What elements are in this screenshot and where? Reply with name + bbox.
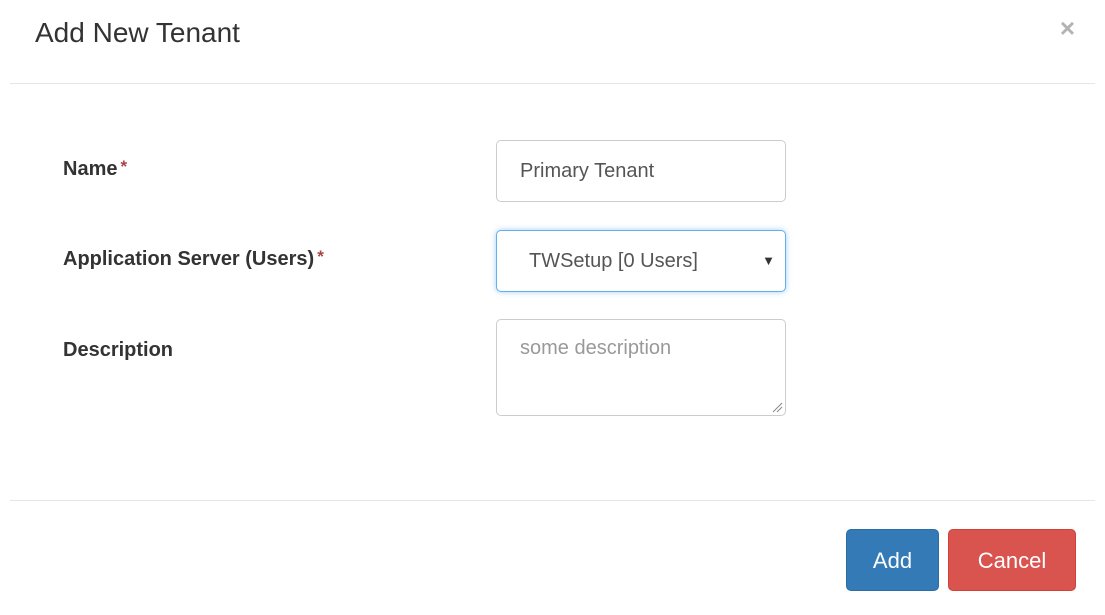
description-label: Description bbox=[63, 339, 173, 362]
name-label: Name * bbox=[63, 157, 128, 181]
description-placeholder: some description bbox=[520, 337, 672, 359]
description-row: Description some description bbox=[0, 319, 1105, 416]
description-label-text: Description bbox=[63, 339, 174, 361]
app-server-label: Application Server (Users) * bbox=[63, 247, 324, 271]
cancel-button[interactable]: Cancel bbox=[948, 529, 1076, 591]
dialog-title: Add New Tenant bbox=[35, 17, 240, 48]
description-textarea[interactable]: some description bbox=[496, 319, 786, 416]
close-icon[interactable]: × bbox=[1060, 14, 1075, 42]
name-row: Name * Primary Tenant bbox=[0, 140, 1105, 202]
app-server-selected-value: TWSetup [0 Users] bbox=[529, 250, 698, 272]
add-tenant-dialog: Add New Tenant × Name * Primary Tenant Ap… bbox=[0, 0, 1105, 615]
header-divider bbox=[10, 83, 1095, 84]
required-marker: * bbox=[317, 247, 324, 266]
resize-grip-icon[interactable] bbox=[771, 401, 783, 413]
app-server-label-text: Application Server (Users) bbox=[63, 248, 315, 270]
app-server-row: Application Server (Users) * TWSetup [0 U… bbox=[0, 230, 1105, 292]
add-button[interactable]: Add bbox=[846, 529, 939, 591]
chevron-down-icon: ▼ bbox=[762, 253, 775, 268]
name-input[interactable]: Primary Tenant bbox=[496, 140, 786, 202]
footer-divider bbox=[10, 500, 1095, 501]
name-label-text: Name bbox=[63, 158, 118, 180]
app-server-select[interactable]: TWSetup [0 Users] ▼ bbox=[496, 230, 786, 292]
dialog-header: Add New Tenant × bbox=[0, 0, 1105, 84]
required-marker: * bbox=[120, 157, 128, 176]
